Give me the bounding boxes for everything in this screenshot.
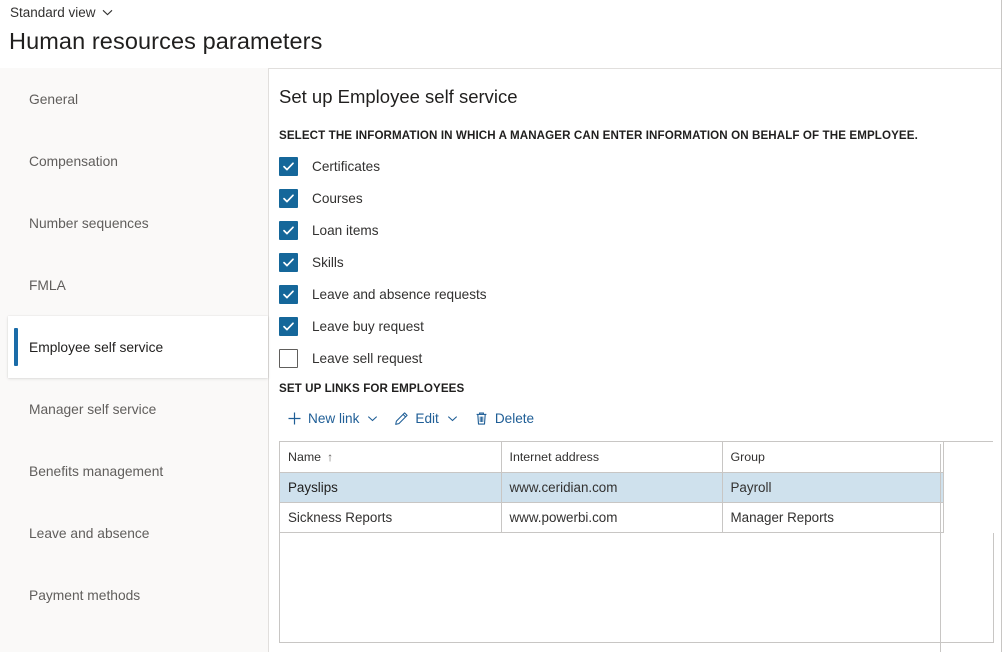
delete-button[interactable]: Delete [466,403,542,433]
sidebar-item-fmla[interactable]: FMLA [0,254,268,316]
grid-right-border [940,444,941,652]
cell-internet-address[interactable]: www.powerbi.com [501,502,722,532]
sidebar-item-label: Leave and absence [29,526,149,541]
sidebar-item-general[interactable]: General [0,68,268,130]
column-header-spacer [943,442,994,472]
checkbox-leave-and-absence-requests[interactable] [279,285,298,304]
table-row[interactable]: Payslips www.ceridian.com Payroll [280,472,994,502]
checkbox-label: Skills [312,253,344,272]
sidebar-item-compensation[interactable]: Compensation [0,130,268,192]
grid-header-row: Name ↑ Internet address Group [280,442,994,472]
grid-empty-area [280,533,994,643]
chevron-down-icon [367,413,378,424]
cell-name[interactable]: Sickness Reports [280,502,501,532]
checkbox-row-loan-items[interactable]: Loan items [279,214,1002,246]
cell-name[interactable]: Payslips [280,472,501,502]
column-header-internet-address[interactable]: Internet address [501,442,722,472]
chevron-down-icon [447,413,458,424]
checkbox-courses[interactable] [279,189,298,208]
checkbox-certificates[interactable] [279,157,298,176]
sidebar-item-label: FMLA [29,278,66,293]
links-section-heading: SET UP LINKS FOR EMPLOYEES [279,382,1002,395]
view-selector[interactable]: Standard view [10,4,113,22]
checkbox-label: Leave and absence requests [312,285,487,304]
table-row[interactable]: Sickness Reports www.powerbi.com Manager… [280,502,994,532]
checkbox-row-courses[interactable]: Courses [279,182,1002,214]
column-header-label: Name [288,450,321,464]
new-link-button[interactable]: New link [279,403,386,433]
checkbox-leave-sell-request[interactable] [279,349,298,368]
checkbox-group-heading: SELECT THE INFORMATION IN WHICH A MANAGE… [279,129,1002,142]
sidebar-item-label: Benefits management [29,464,163,479]
cell-group[interactable]: Manager Reports [722,502,943,532]
sidebar-item-number-sequences[interactable]: Number sequences [0,192,268,254]
cell-spacer [943,502,994,532]
trash-icon [474,411,489,426]
checkbox-row-leave-and-absence-requests[interactable]: Leave and absence requests [279,278,1002,310]
cell-group[interactable]: Payroll [722,472,943,502]
grid-toolbar: New link Edit [279,403,1002,433]
toolbar-button-label: Delete [495,411,534,426]
page-title: Human resources parameters [9,26,322,56]
checkbox-row-leave-sell-request[interactable]: Leave sell request [279,342,1002,374]
page-header: Standard view Human resources parameters [0,0,1002,68]
checkbox-skills[interactable] [279,253,298,272]
column-header-group[interactable]: Group [722,442,943,472]
toolbar-button-label: New link [308,411,359,426]
checkbox-row-certificates[interactable]: Certificates [279,150,1002,182]
sidebar-item-label: Manager self service [29,402,156,417]
chevron-down-icon [102,7,113,18]
checkbox-leave-buy-request[interactable] [279,317,298,336]
sidebar-item-benefits-management[interactable]: Benefits management [0,440,268,502]
cell-internet-address[interactable]: www.ceridian.com [501,472,722,502]
view-selector-label: Standard view [10,4,96,22]
cell-spacer [943,472,994,502]
section-title: Set up Employee self service [279,85,1002,109]
sidebar-item-label: Compensation [29,154,118,169]
sidebar-nav: General Compensation Number sequences FM… [0,68,268,652]
checkbox-row-leave-buy-request[interactable]: Leave buy request [279,310,1002,342]
checkbox-label: Loan items [312,221,379,240]
arrow-up-icon: ↑ [327,450,333,464]
sidebar-item-leave-and-absence[interactable]: Leave and absence [0,502,268,564]
checkbox-label: Leave sell request [312,349,422,368]
sidebar-item-manager-self-service[interactable]: Manager self service [0,378,268,440]
toolbar-button-label: Edit [415,411,438,426]
checkbox-label: Courses [312,189,363,208]
edit-button[interactable]: Edit [386,403,465,433]
sidebar-item-payment-methods[interactable]: Payment methods [0,564,268,626]
column-header-name[interactable]: Name ↑ [280,442,501,472]
sidebar-item-employee-self-service[interactable]: Employee self service [8,316,268,378]
links-grid: Name ↑ Internet address Group Payslips ww… [279,441,993,643]
sidebar-item-label: Number sequences [29,216,149,231]
selected-accent-bar [14,328,18,366]
manager-permissions-checklist: Certificates Courses Loan items Skills [279,150,1002,374]
pencil-icon [394,411,409,426]
sidebar-item-label: Employee self service [29,340,163,355]
human-resources-parameters-page: Standard view Human resources parameters… [0,0,1002,652]
checkbox-loan-items[interactable] [279,221,298,240]
plus-icon [287,411,302,426]
checkbox-label: Certificates [312,157,380,176]
sidebar-item-label: Payment methods [29,588,140,603]
checkbox-label: Leave buy request [312,317,424,336]
main-content-panel: Set up Employee self service SELECT THE … [268,68,1002,652]
sidebar-item-label: General [29,92,78,107]
checkbox-row-skills[interactable]: Skills [279,246,1002,278]
